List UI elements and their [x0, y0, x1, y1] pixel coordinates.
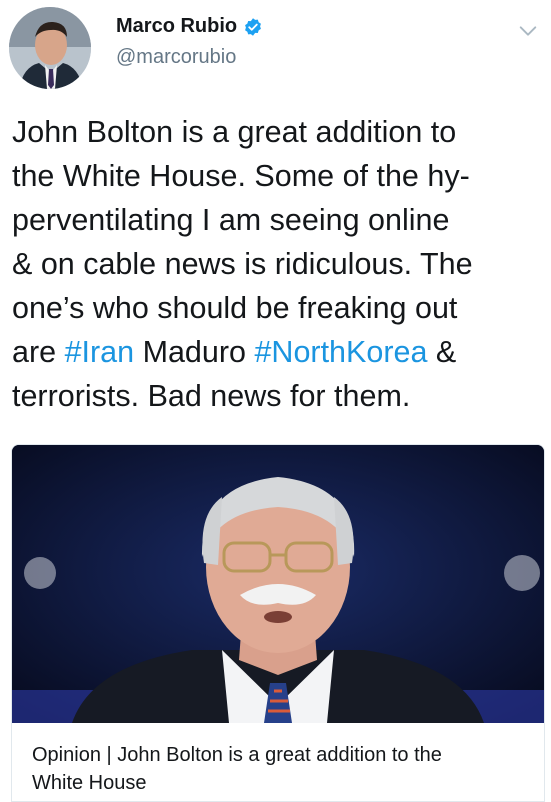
card-image — [12, 445, 544, 723]
tweet-text-segment: are — [12, 335, 65, 369]
tweet-text-segment: Maduro — [134, 335, 255, 369]
tweet-text-segment: the White House. Some of the hy- — [12, 159, 470, 193]
tweet-text-segment: & on cable news is ridiculous. The — [12, 247, 473, 281]
tweet-header: Marco Rubio @marcorubio — [0, 0, 551, 100]
card-title-line: White House — [32, 772, 147, 794]
tweet-text-line: are #Iran Maduro #NorthKorea & — [12, 330, 542, 374]
user-handle[interactable]: @marcorubio — [116, 46, 236, 69]
tweet-text-line: John Bolton is a great addition to — [12, 110, 542, 154]
hashtag-link[interactable]: #Iran — [65, 335, 135, 369]
avatar[interactable] — [9, 7, 91, 89]
tweet-text-segment: John Bolton is a great addition to — [12, 115, 457, 149]
tweet-text-line: & on cable news is ridiculous. The — [12, 242, 542, 286]
display-name[interactable]: Marco Rubio — [116, 15, 263, 38]
chevron-down-icon[interactable] — [517, 20, 539, 42]
tweet-text-segment: one’s who should be freaking out — [12, 291, 458, 325]
card-title[interactable]: Opinion | John Bolton is a great additio… — [32, 741, 532, 797]
verified-badge-icon — [245, 17, 262, 36]
tweet-text-line: terrorists. Bad news for them. — [12, 374, 542, 418]
tweet-text-line: the White House. Some of the hy- — [12, 154, 542, 198]
avatar-image — [9, 7, 91, 89]
tweet-text-segment: perventilating I am seeing online — [12, 203, 450, 237]
link-card[interactable]: Opinion | John Bolton is a great additio… — [11, 444, 545, 802]
tweet-text: John Bolton is a great addition to the Wh… — [12, 110, 542, 418]
hashtag-link[interactable]: #NorthKorea — [254, 335, 427, 369]
tweet-text-segment: terrorists. Bad news for them. — [12, 379, 411, 413]
display-name-text: Marco Rubio — [116, 15, 238, 37]
card-title-line: Opinion | John Bolton is a great additio… — [32, 744, 442, 766]
tweet-text-segment: & — [427, 335, 457, 369]
tweet-text-line: perventilating I am seeing online — [12, 198, 542, 242]
tweet-text-line: one’s who should be freaking out — [12, 286, 542, 330]
